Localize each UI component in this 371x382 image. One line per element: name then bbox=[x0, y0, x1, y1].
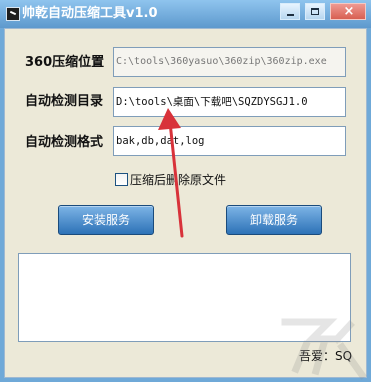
app-window: 帅乾自动压缩工具v1.0 × 360压缩位置 C:\tools\360yasuo… bbox=[0, 0, 371, 382]
watch-directory-label: 自动检测目录 bbox=[25, 94, 104, 109]
window-title: 帅乾自动压缩工具v1.0 bbox=[22, 6, 158, 21]
log-output[interactable] bbox=[18, 253, 351, 342]
watch-directory-field[interactable]: D:\tools\桌面\下载吧\SQZDYSGJ1.0 bbox=[113, 87, 346, 117]
close-button[interactable]: × bbox=[330, 3, 366, 20]
minimize-icon bbox=[287, 14, 294, 16]
author-credit: 吾爱：SQ bbox=[299, 349, 353, 363]
install-service-button[interactable]: 安装服务 bbox=[58, 205, 154, 235]
delete-original-label[interactable]: 压缩后删除原文件 bbox=[130, 171, 226, 189]
compress-location-field[interactable]: C:\tools\360yasuo\360zip\360zip.exe bbox=[113, 47, 346, 77]
close-icon: × bbox=[343, 4, 355, 19]
delete-original-checkbox[interactable] bbox=[115, 173, 128, 186]
watch-formats-label: 自动检测格式 bbox=[25, 135, 104, 150]
watch-formats-field[interactable]: bak,db,dat,log bbox=[113, 126, 346, 156]
maximize-button[interactable] bbox=[305, 3, 325, 20]
title-bar[interactable]: 帅乾自动压缩工具v1.0 × bbox=[0, 0, 371, 28]
compress-location-label: 360压缩位置 bbox=[25, 55, 105, 70]
uninstall-service-button[interactable]: 卸载服务 bbox=[226, 205, 322, 235]
maximize-icon bbox=[311, 8, 319, 15]
app-icon bbox=[6, 7, 20, 21]
client-area: 360压缩位置 C:\tools\360yasuo\360zip\360zip.… bbox=[4, 28, 367, 378]
minimize-button[interactable] bbox=[280, 3, 300, 20]
